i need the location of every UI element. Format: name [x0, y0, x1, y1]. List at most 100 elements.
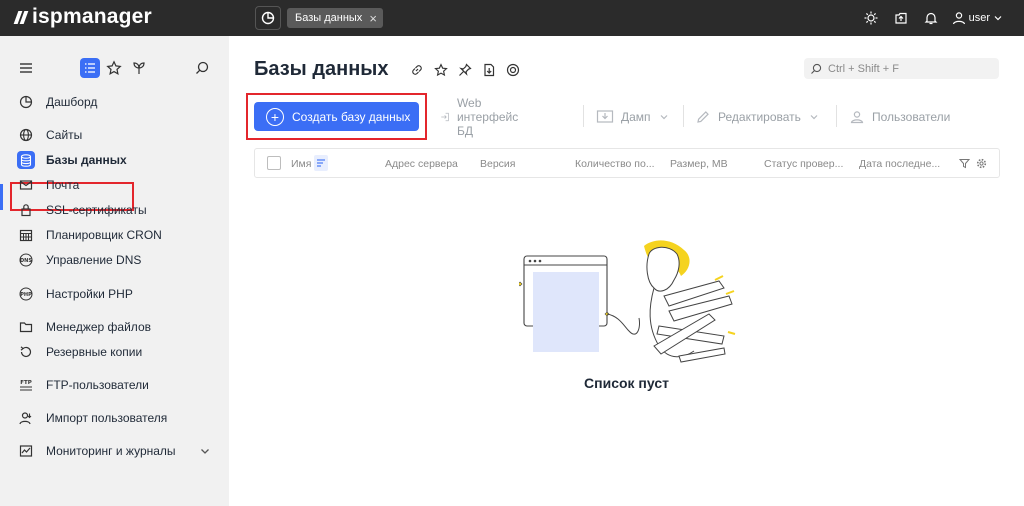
dump-button[interactable]: Дамп: [596, 102, 676, 131]
toolbar-divider: [836, 105, 837, 127]
web-interface-button[interactable]: Web интерфейс БД: [440, 96, 524, 138]
search-input[interactable]: Ctrl + Shift + F: [804, 58, 999, 79]
dashboard-icon: [18, 94, 34, 110]
sidebar-item-backups[interactable]: Резервные копии: [0, 341, 229, 363]
calendar-icon: [18, 227, 34, 243]
user-menu[interactable]: user: [952, 11, 1006, 25]
chevron-down-icon[interactable]: [199, 445, 211, 460]
edit-button[interactable]: Редактировать: [695, 102, 826, 131]
create-database-button[interactable]: + Создать базу данных: [254, 102, 419, 131]
help-lifebuoy-icon[interactable]: [501, 62, 525, 78]
sort-icon[interactable]: [314, 155, 328, 171]
sidebar-item-dashboard[interactable]: Дашборд: [0, 91, 229, 113]
pie-chart-icon: [261, 11, 275, 25]
logo-text: ispmanager: [32, 5, 152, 28]
svg-text:FTP: FTP: [20, 380, 32, 386]
users-button[interactable]: Пользователи: [849, 102, 950, 131]
sidebar-item-cron[interactable]: Планировщик CRON: [0, 224, 229, 246]
sidebar-item-label: Менеджер файлов: [46, 320, 151, 334]
sidebar-item-label: FTP-пользователи: [46, 378, 149, 392]
upload-icon: [894, 12, 907, 24]
select-all-checkbox[interactable]: [267, 156, 281, 170]
list-view-icon[interactable]: [80, 58, 100, 78]
filter-icon[interactable]: [959, 158, 970, 169]
chevron-down-icon: [660, 114, 667, 119]
main-content: Базы данных Ctrl + Shift + F + Создать б…: [229, 36, 1024, 506]
ispmanager-logo[interactable]: ispmanager: [13, 5, 152, 29]
user-icon: [952, 12, 965, 25]
sun-icon: [864, 11, 878, 25]
pencil-icon: [697, 110, 709, 123]
empty-list-illustration: [519, 240, 736, 363]
dns-icon: DNS: [18, 252, 34, 268]
column-header-count[interactable]: Количество по...: [575, 158, 655, 170]
table-header: Имя Адрес сервера Версия Количество по..…: [254, 148, 1000, 178]
notifications-button[interactable]: [916, 0, 946, 36]
users-label: Пользователи: [872, 109, 951, 124]
gear-icon[interactable]: [976, 158, 987, 169]
globe-icon: [18, 127, 34, 143]
sidebar-item-files[interactable]: Менеджер файлов: [0, 316, 229, 338]
sidebar-item-label: Резервные копии: [46, 345, 143, 359]
lock-icon: [18, 202, 34, 218]
sidebar-item-label: Почта: [46, 178, 80, 192]
sidebar-item-label: SSL-сертификаты: [46, 203, 147, 217]
column-header-name[interactable]: Имя: [291, 158, 311, 170]
column-header-status[interactable]: Статус провер...: [764, 158, 843, 170]
link-icon[interactable]: [405, 62, 429, 78]
backup-icon: [18, 344, 34, 360]
logo-mark-icon: [13, 10, 29, 24]
star-icon[interactable]: [429, 62, 453, 78]
sidebar-item-ssl[interactable]: SSL-сертификаты: [0, 199, 229, 221]
create-database-label: Создать базу данных: [292, 109, 411, 124]
search-icon[interactable]: [194, 60, 210, 81]
close-icon[interactable]: ×: [369, 11, 377, 26]
column-header-version[interactable]: Версия: [480, 158, 515, 170]
sidebar-item-dns[interactable]: DNS Управление DNS: [0, 249, 229, 271]
dump-label: Дамп: [621, 109, 651, 124]
sidebar-item-label: Сайты: [46, 128, 83, 142]
import-user-icon: [18, 410, 34, 426]
dump-download-icon: [596, 109, 614, 123]
empty-list-message: Список пуст: [584, 375, 669, 391]
search-placeholder: Ctrl + Shift + F: [828, 62, 899, 75]
bell-icon: [924, 12, 938, 25]
chevron-down-icon: [810, 114, 818, 119]
user-name: user: [968, 12, 990, 24]
sidebar-item-label: Планировщик CRON: [46, 228, 162, 242]
sidebar-item-mail[interactable]: Почта: [0, 174, 229, 196]
svg-text:PHP: PHP: [20, 292, 32, 298]
column-header-server[interactable]: Адрес сервера: [385, 158, 458, 170]
sprout-icon[interactable]: [131, 60, 147, 81]
upload-button[interactable]: [886, 0, 916, 36]
pin-icon[interactable]: [453, 62, 477, 78]
hamburger-icon[interactable]: [18, 60, 34, 81]
sidebar-item-label: Импорт пользователя: [46, 411, 168, 425]
dashboard-pie-button[interactable]: [255, 6, 281, 30]
ftp-icon: FTP: [18, 377, 34, 393]
edit-label: Редактировать: [718, 109, 801, 124]
sidebar-item-monitoring[interactable]: Мониторинг и журналы: [0, 440, 229, 462]
monitoring-icon: [18, 443, 34, 459]
sidebar-item-sites[interactable]: Сайты: [0, 124, 229, 146]
sidebar-item-databases[interactable]: Базы данных: [0, 149, 229, 171]
folder-icon: [18, 319, 34, 335]
chevron-down-icon: [994, 16, 1002, 21]
php-icon: PHP: [18, 286, 34, 302]
sidebar-item-import-user[interactable]: Импорт пользователя: [0, 407, 229, 429]
sidebar-item-label: Базы данных: [46, 153, 127, 167]
theme-toggle-button[interactable]: [856, 0, 886, 36]
tab-label: Базы данных: [295, 12, 363, 24]
web-interface-label: Web интерфейс БД: [456, 95, 519, 138]
toolbar-divider: [583, 105, 584, 127]
column-header-size[interactable]: Размер, MB: [670, 158, 728, 170]
favorites-star-icon[interactable]: [106, 60, 122, 81]
title-actions: [405, 62, 525, 78]
sidebar-item-php[interactable]: PHP Настройки PHP: [0, 283, 229, 305]
column-header-date[interactable]: Дата последне...: [859, 158, 940, 170]
sidebar-item-ftp[interactable]: FTP FTP-пользователи: [0, 374, 229, 396]
sidebar-item-label: Мониторинг и журналы: [46, 444, 176, 458]
tab-databases[interactable]: Базы данных ×: [287, 8, 383, 28]
export-icon[interactable]: [477, 62, 501, 78]
enter-icon: [441, 112, 449, 121]
